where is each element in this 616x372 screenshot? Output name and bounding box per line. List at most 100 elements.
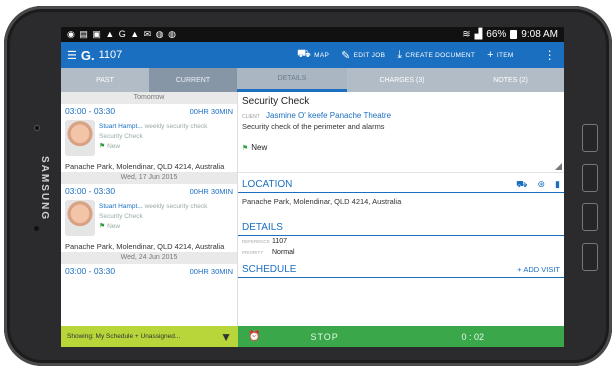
hw-home-button[interactable] <box>582 164 598 192</box>
priority-label: PRIORITY <box>242 250 264 255</box>
assignee-name: Stuart Hampt... <box>99 203 143 210</box>
list-item[interactable]: Stuart Hampt... weekly security check Se… <box>61 118 237 161</box>
menu-icon[interactable]: ☰ <box>67 49 77 62</box>
slot-time: 03:00 - 03:30 <box>65 186 116 196</box>
sensor-icon <box>34 226 39 231</box>
stop-button[interactable]: STOP <box>310 332 338 342</box>
content-area: Tomorrow 03:00 - 03:30 00HR 30MIN Stuart… <box>61 92 564 347</box>
add-item-button[interactable]: + ITEM <box>487 49 513 61</box>
elapsed-time: 0 : 02 <box>461 331 484 342</box>
screen: ◉ ▤ ▣ ▲ G ▲ ✉ ◍ ◍ ≋ ▟ 66% 9:08 AM ☰ G. 1… <box>61 27 564 347</box>
app-title-area: ☰ G. 1107 <box>67 48 297 63</box>
job-detail-panel: Security Check CLIENT Jasmine O' keefe P… <box>238 92 564 347</box>
location-address: Panache Park, Molendinar, QLD 4214, Aust… <box>242 197 402 206</box>
flag-icon: ⚑ <box>242 144 249 152</box>
slot-duration: 00HR 30MIN <box>189 106 233 116</box>
entry-text: Stuart Hampt... weekly security check Se… <box>99 118 207 161</box>
job-description: Security check of the perimeter and alar… <box>242 122 385 131</box>
map-icon[interactable]: ⛟ <box>516 179 527 191</box>
filter-icon[interactable]: ▼ <box>220 330 232 344</box>
add-visit-button[interactable]: + ADD VISIT <box>517 265 560 274</box>
assignee-name: Stuart Hampt... <box>99 123 143 130</box>
visit-address: Panache Park, Molendinar, QLD 4214, Aust… <box>65 162 225 171</box>
tab-notes[interactable]: NOTES (2) <box>457 68 564 92</box>
camera-icon <box>34 125 40 131</box>
signal-icon: ▟ <box>474 29 483 40</box>
brand-label: SAMSUNG <box>39 156 50 222</box>
wifi-icon: ≋ <box>462 29 471 40</box>
avatar <box>65 120 95 156</box>
details-section-header: DETAILS <box>238 220 564 236</box>
pencil-icon: ✎ <box>341 49 351 62</box>
slot-duration: 00HR 30MIN <box>189 186 233 196</box>
clock: 9:08 AM <box>521 29 558 40</box>
job-status: ⚑ New <box>242 143 268 152</box>
hw-recent-button[interactable] <box>582 124 598 152</box>
visit-type: weekly security check <box>144 203 208 210</box>
avatar <box>65 200 95 236</box>
entry-text: Stuart Hampt... weekly security check Se… <box>99 198 207 241</box>
client-label: CLIENT <box>242 114 260 120</box>
list-item[interactable]: Stuart Hampt... weekly security check Se… <box>61 198 237 241</box>
location-section-header: LOCATION ⛟ ⊛ ▮ <box>238 177 564 193</box>
hw-back-button[interactable] <box>582 203 598 231</box>
app-logo-icon: G. <box>80 47 95 63</box>
navigate-icon[interactable]: ⊛ <box>538 179 546 191</box>
tab-current[interactable]: CURRENT <box>149 68 237 92</box>
map-icon: ⛟ <box>297 48 312 60</box>
status-bar: ◉ ▤ ▣ ▲ G ▲ ✉ ◍ ◍ ≋ ▟ 66% 9:08 AM <box>61 27 564 42</box>
schedule-slot[interactable]: 03:00 - 03:30 00HR 30MIN <box>61 104 237 118</box>
tab-past[interactable]: PAST <box>61 68 149 92</box>
job-number: 1107 <box>98 49 123 61</box>
date-header: Wed, 24 Jun 2015 <box>61 252 237 264</box>
slot-time: 03:00 - 03:30 <box>65 266 116 276</box>
visit-title: Security Check <box>99 212 143 220</box>
visit-title: Security Check <box>99 132 143 140</box>
date-header: Wed, 17 Jun 2015 <box>61 172 237 184</box>
client-link[interactable]: Jasmine O' keefe Panache Theatre <box>266 111 391 120</box>
reference-label: REFERENCE <box>242 239 270 244</box>
tab-bar: PAST CURRENT DETAILS CHARGES (3) NOTES (… <box>61 68 564 92</box>
date-header: Tomorrow <box>61 92 237 104</box>
status-right: ≋ ▟ 66% 9:08 AM <box>462 29 558 40</box>
priority-row: PRIORITY Normal <box>238 247 564 258</box>
battery-percent: 66% <box>486 29 507 40</box>
toolbar-actions: ⛟ MAP ✎ EDIT JOB ⤓ CREATE DOCUMENT + ITEM ⋮ <box>297 48 556 62</box>
flag-icon: ⚑ <box>99 142 106 150</box>
battery-icon <box>510 30 518 39</box>
tab-charges[interactable]: CHARGES (3) <box>347 68 457 92</box>
edit-job-button[interactable]: ✎ EDIT JOB <box>341 49 385 62</box>
app-bar: ☰ G. 1107 ⛟ MAP ✎ EDIT JOB ⤓ CREATE DOCUMEN… <box>61 42 564 68</box>
job-title: Security Check <box>242 96 310 107</box>
job-summary: Security Check CLIENT Jasmine O' keefe P… <box>238 92 564 173</box>
location-actions: ⛟ ⊛ ▮ <box>516 179 560 191</box>
alarm-clock-icon: ⏰ <box>248 331 261 342</box>
visit-address: Panache Park, Molendinar, QLD 4214, Aust… <box>65 242 225 251</box>
tab-details[interactable]: DETAILS <box>237 68 347 92</box>
expand-corner-icon[interactable] <box>555 163 562 170</box>
visit-type: weekly security check <box>144 123 208 130</box>
plus-icon: + <box>487 49 494 61</box>
schedule-list[interactable]: Tomorrow 03:00 - 03:30 00HR 30MIN Stuart… <box>61 92 238 347</box>
flag-icon: ⚑ <box>99 222 106 230</box>
slot-duration: 00HR 30MIN <box>189 266 233 276</box>
schedule-slot[interactable]: 03:00 - 03:30 00HR 30MIN <box>61 184 237 198</box>
visit-status: New <box>107 222 121 230</box>
create-document-button[interactable]: ⤓ CREATE DOCUMENT <box>397 49 475 62</box>
slot-time: 03:00 - 03:30 <box>65 106 116 116</box>
schedule-section-header: SCHEDULE + ADD VISIT <box>238 262 564 278</box>
schedule-filter-bar[interactable]: Showing: My Schedule + Unassigned... ▼ <box>61 326 238 347</box>
filter-label: Showing: My Schedule + Unassigned... <box>67 333 181 340</box>
reference-value: 1107 <box>272 238 288 245</box>
notification-icons: ◉ ▤ ▣ ▲ G ▲ ✉ ◍ ◍ <box>67 29 177 39</box>
schedule-slot[interactable]: 03:00 - 03:30 00HR 30MIN <box>61 264 237 278</box>
map-button[interactable]: ⛟ MAP <box>297 48 329 62</box>
download-icon: ⤓ <box>397 48 403 61</box>
overflow-menu-icon[interactable]: ⋮ <box>544 48 556 62</box>
hw-menu-button[interactable] <box>582 243 598 271</box>
document-icon[interactable]: ▮ <box>555 179 560 191</box>
priority-value: Normal <box>272 249 295 256</box>
client-row: CLIENT Jasmine O' keefe Panache Theatre <box>242 111 560 120</box>
reference-row: REFERENCE 1107 <box>238 236 564 247</box>
visit-status: New <box>107 142 121 150</box>
